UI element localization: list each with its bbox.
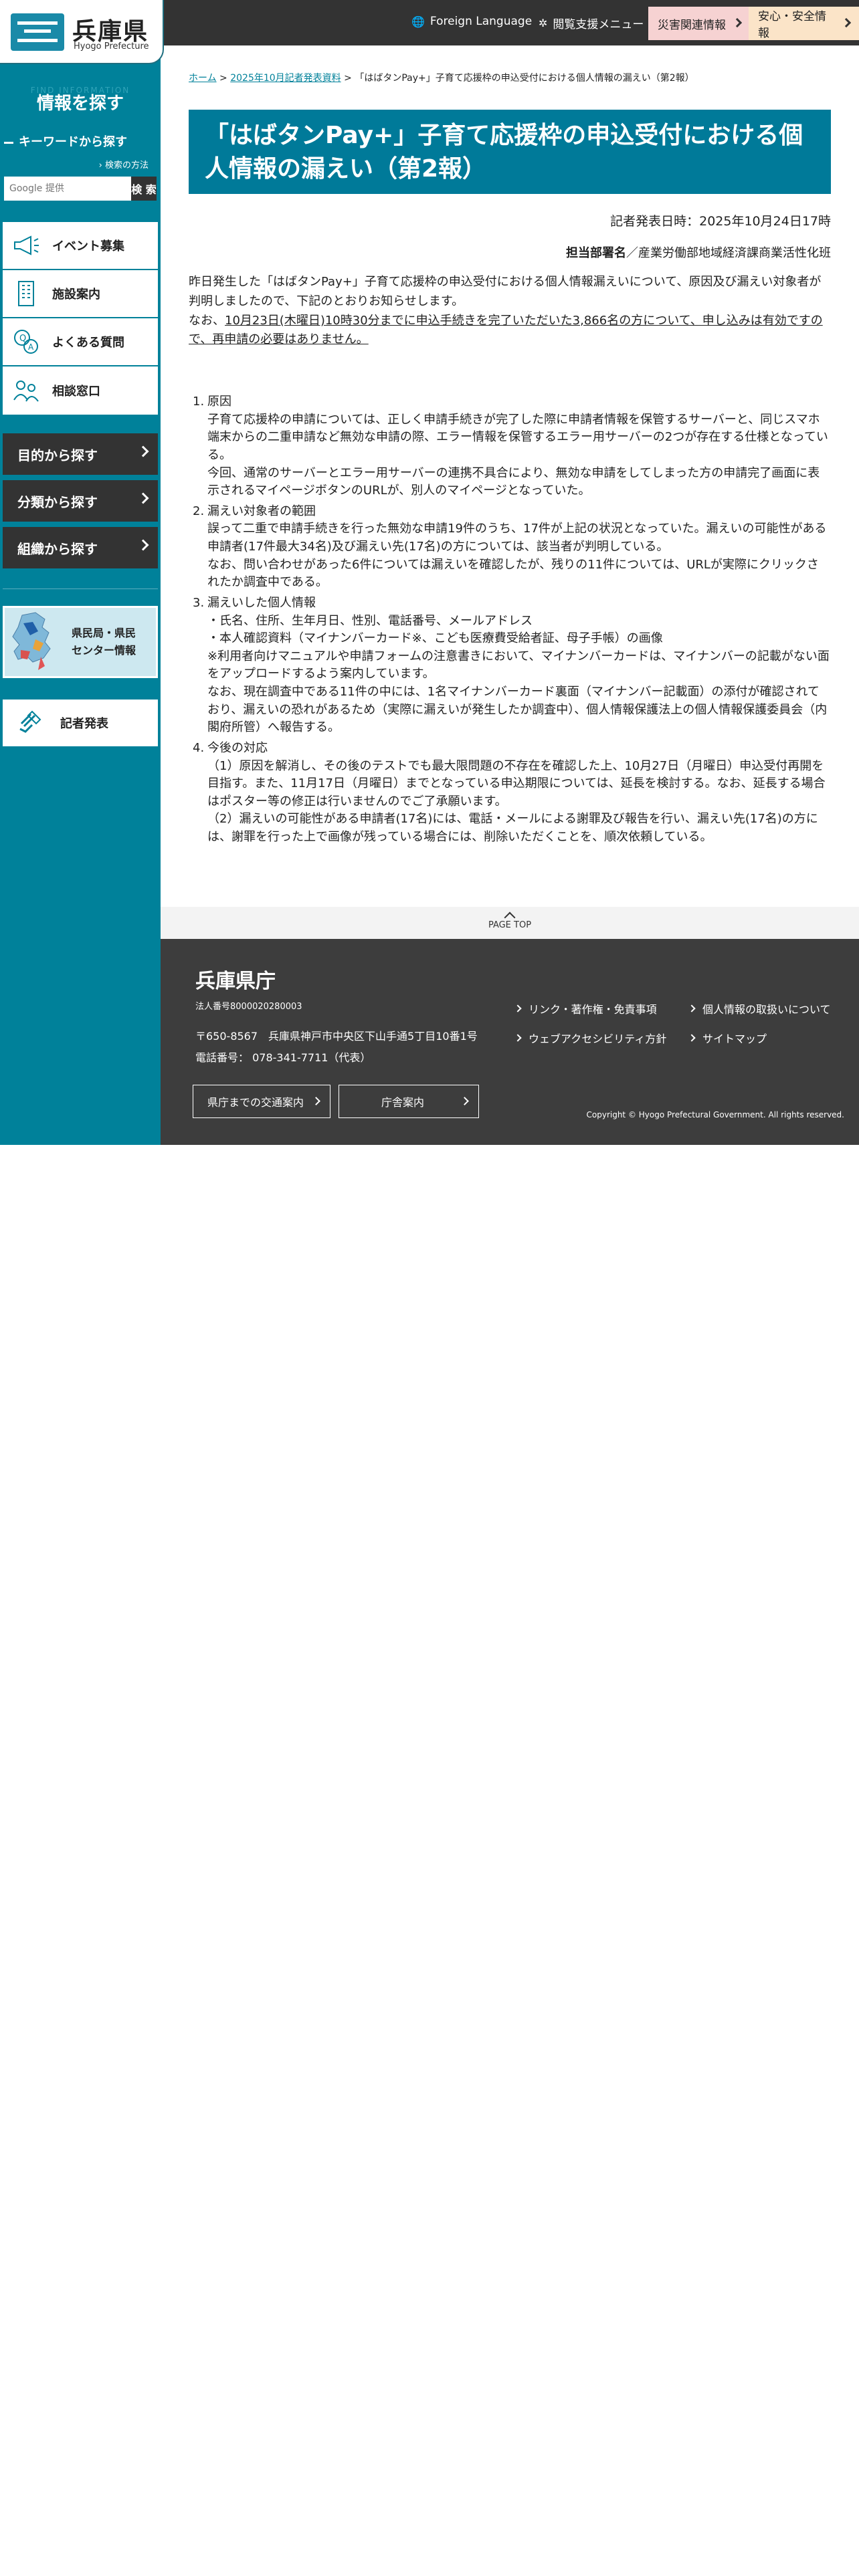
list-item: 2. 漏えい対象者の範囲 誤って二重で申請手続きを行った無効な申請19件のうち、… xyxy=(193,504,827,590)
chevron-right-icon xyxy=(514,1004,522,1012)
sidebar-heading: 情報を探す xyxy=(36,94,124,114)
chevron-right-icon xyxy=(841,17,852,28)
sidebar-item-label: 相談窓口 xyxy=(52,385,100,399)
sidebar-item-consult[interactable]: 相談窓口 xyxy=(3,366,158,415)
sidebar-menu: イベント募集 施設案内 QA よくある質問 相談窓口 xyxy=(3,222,158,415)
sidebar-item-organization[interactable]: 組織から探す xyxy=(3,527,158,568)
logo-subtitle: Hyogo Prefecture xyxy=(74,41,149,51)
chevron-right-icon xyxy=(137,539,149,551)
press-release-label: 記者発表 xyxy=(60,717,108,731)
footer: 兵庫県庁 法人番号8000020280003 〒650-8567 兵庫県神戸市中… xyxy=(161,939,859,1145)
keyword-label: キーワードから探す xyxy=(4,132,127,150)
sidebar-item-label: よくある質問 xyxy=(52,336,124,350)
release-date: 記者発表日時：2025年10月24日17時 xyxy=(610,214,831,229)
chevron-right-icon xyxy=(312,1097,320,1105)
sidebar-item-category[interactable]: 分類から探す xyxy=(3,480,158,522)
search-input[interactable] xyxy=(4,177,131,201)
intro-text: 昨日発生した「はばタンPay+」子育て応援枠の申込受付における個人情報漏えいにつ… xyxy=(189,275,823,347)
center-info-label: 県民局・県民 センター情報 xyxy=(72,627,136,657)
top-bar: 🌐 Foreign Language ✲ 閲覧支援メニュー 災害関連情報 安心・安全… xyxy=(164,0,859,45)
disaster-info-button[interactable]: 災害関連情報 xyxy=(648,7,750,40)
article-list: 1. 原因 子育て応援枠の申請については、正しく申請手続きが完了した際に申請者情… xyxy=(193,393,830,849)
footer-link-privacy[interactable]: 個人情報の取扱いについて xyxy=(688,1000,831,1016)
site-logo[interactable]: 兵庫県 Hyogo Prefecture xyxy=(0,0,164,64)
chevron-right-icon xyxy=(732,17,743,28)
sidebar-item-facilities[interactable]: 施設案内 xyxy=(3,270,158,318)
search-form: 検 索 xyxy=(4,177,157,201)
sidebar-item-purpose[interactable]: 目的から探す xyxy=(3,433,158,475)
sidebar-item-faq[interactable]: QA よくある質問 xyxy=(3,318,158,366)
search-help-link[interactable]: › 検索の方法 xyxy=(99,158,149,171)
sidebar-item-events[interactable]: イベント募集 xyxy=(3,222,158,270)
search-button[interactable]: 検 索 xyxy=(131,177,157,201)
footer-link-accessibility[interactable]: ウェブアクセシビリティ方針 xyxy=(514,1030,666,1046)
footer-org-name: 兵庫県庁 xyxy=(195,970,276,993)
footer-address: 〒650-8567 兵庫県神戸市中央区下山手通5丁目10番1号 xyxy=(195,1030,478,1043)
breadcrumb: ホーム > 2025年10月記者発表資料 > 「はばタンPay+」子育て応援枠の… xyxy=(189,73,694,84)
building-icon xyxy=(12,280,40,308)
footer-link-copyright[interactable]: リンク・著作権・免責事項 xyxy=(514,1000,657,1016)
list-item: 4. 今後の対応 （1）原因を解消し、その後のテストでも最大限問題の不存在を確認… xyxy=(193,740,826,844)
safety-info-button[interactable]: 安心・安全情報 xyxy=(749,7,859,40)
page-top-button[interactable]: PAGE TOP xyxy=(161,911,859,930)
copyright: Copyright © Hyogo Prefectural Government… xyxy=(586,1110,845,1119)
satellite-dish-icon xyxy=(17,709,43,737)
sidebar-item-label: イベント募集 xyxy=(52,239,124,253)
gear-icon: ✲ xyxy=(539,17,548,29)
access-button[interactable]: 県庁までの交通案内 xyxy=(193,1085,330,1118)
page-title-box: 「はばタンPay+」子育て応援枠の申込受付における個人情報の漏えい（第2報） xyxy=(189,110,831,194)
svg-text:A: A xyxy=(28,342,34,352)
footer-corp-number: 法人番号8000020280003 xyxy=(195,1002,302,1012)
page-top-band: PAGE TOP xyxy=(161,907,859,939)
page-title: 「はばタンPay+」子育て応援枠の申込受付における個人情報の漏えい（第2報） xyxy=(205,122,803,183)
sidebar-item-label: 施設案内 xyxy=(52,288,100,302)
hyogo-logo-icon xyxy=(11,13,64,51)
faq-icon: QA xyxy=(12,328,40,356)
breadcrumb-current: 「はばタンPay+」子育て応援枠の申込受付における個人情報の漏えい（第2報） xyxy=(355,73,694,84)
list-item: 1. 原因 子育て応援枠の申請については、正しく申請手続きが完了した際に申請者情… xyxy=(193,395,828,498)
department: 担当部署名／産業労働部地域経済課商業活性化班 xyxy=(566,246,831,260)
footer-link-sitemap[interactable]: サイトマップ xyxy=(688,1030,767,1046)
chevron-right-icon xyxy=(688,1004,696,1012)
building-guide-button[interactable]: 庁舎案内 xyxy=(339,1085,479,1118)
intro-underlined: 10月23日(木曜日)10時30分までに申込手続きを完了いただいた3,866名の… xyxy=(189,313,823,347)
breadcrumb-home[interactable]: ホーム xyxy=(189,73,217,84)
sidebar-dark-menu: 目的から探す 分類から探す 組織から探す xyxy=(3,433,158,574)
chevron-right-icon xyxy=(514,1034,522,1042)
press-release-banner[interactable]: 記者発表 xyxy=(3,700,158,746)
sidebar-divider xyxy=(3,588,158,589)
globe-icon: 🌐 xyxy=(411,15,425,28)
center-info-banner[interactable]: 県民局・県民 センター情報 xyxy=(3,606,158,678)
hyogo-map-icon xyxy=(9,610,62,674)
breadcrumb-parent[interactable]: 2025年10月記者発表資料 xyxy=(230,73,341,84)
footer-tel: 電話番号： 078-341-7711（代表） xyxy=(195,1051,371,1064)
chevron-right-icon xyxy=(137,445,149,457)
sidebar: FIND INFORMATION 情報を探す キーワードから探す › 検索の方法… xyxy=(0,0,161,1145)
list-item: 3. 漏えいした個人情報 ・氏名、住所、生年月日、性別、電話番号、メールアドレス… xyxy=(193,595,830,735)
accessibility-menu-link[interactable]: ✲ 閲覧支援メニュー xyxy=(539,15,644,31)
megaphone-icon xyxy=(12,231,40,259)
consult-icon xyxy=(12,377,40,405)
chevron-right-icon xyxy=(460,1097,469,1105)
chevron-right-icon xyxy=(688,1034,696,1042)
chevron-right-icon xyxy=(137,492,149,504)
foreign-language-link[interactable]: 🌐 Foreign Language xyxy=(411,15,532,28)
